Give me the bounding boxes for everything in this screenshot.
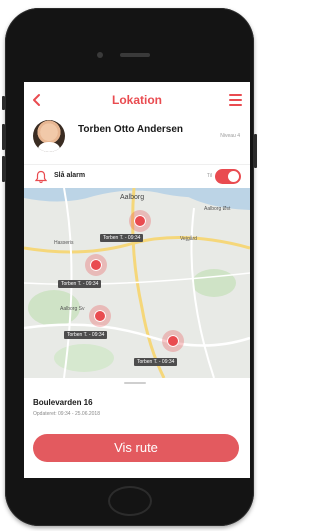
- map-label-aalborg-ost: Aalborg Øst: [204, 206, 231, 212]
- mute-switch: [2, 96, 5, 110]
- power-button: [254, 134, 257, 168]
- location-address: Boulevarden 16: [33, 398, 93, 407]
- map-view[interactable]: Aalborg Hasseris Vejgård Aalborg Øst Aal…: [24, 188, 250, 378]
- avatar: [33, 120, 65, 152]
- map-label-aalborg: Aalborg: [120, 194, 145, 201]
- alarm-label: Slå alarm: [54, 172, 86, 179]
- location-marker[interactable]: [162, 330, 184, 352]
- marker-label: Torben T. - 09:34: [134, 358, 178, 366]
- front-camera: [97, 52, 103, 58]
- earpiece-speaker: [120, 53, 150, 57]
- app-header: Lokation: [24, 82, 250, 118]
- marker-label: Torben T. - 09:34: [58, 280, 102, 288]
- map-label-aalborg-sv: Aalborg Sv: [60, 306, 85, 312]
- alarm-toggle[interactable]: [215, 169, 241, 184]
- alarm-row: Slå alarm Til: [24, 164, 250, 189]
- hamburger-menu-icon[interactable]: [229, 94, 242, 106]
- drag-handle[interactable]: [124, 382, 146, 384]
- location-marker[interactable]: [85, 254, 107, 276]
- app-screen: Lokation Torben Otto Andersen Niveau 4 S…: [24, 82, 250, 478]
- profile-name: Torben Otto Andersen: [78, 124, 183, 135]
- profile-row: Torben Otto Andersen Niveau 4: [24, 118, 250, 164]
- marker-label: Torben T. - 09:34: [100, 234, 144, 242]
- volume-up-button: [2, 124, 5, 150]
- page-title: Lokation: [112, 93, 162, 107]
- location-updated: Opdateret: 09:34 - 25.06.2018: [33, 411, 100, 417]
- alarm-state-label: Til: [206, 173, 212, 179]
- marker-label: Torben T. - 09:34: [64, 331, 108, 339]
- location-marker[interactable]: [89, 305, 111, 327]
- map-label-hasseris: Hasseris: [54, 240, 74, 246]
- location-marker[interactable]: [129, 210, 151, 232]
- profile-level: Niveau 4: [220, 133, 240, 139]
- volume-down-button: [2, 156, 5, 182]
- toggle-knob: [228, 171, 239, 182]
- show-route-button[interactable]: Vis rute: [33, 434, 239, 462]
- map-label-vejgard: Vejgård: [180, 236, 197, 242]
- bell-icon: [34, 170, 48, 184]
- home-button[interactable]: [108, 486, 152, 516]
